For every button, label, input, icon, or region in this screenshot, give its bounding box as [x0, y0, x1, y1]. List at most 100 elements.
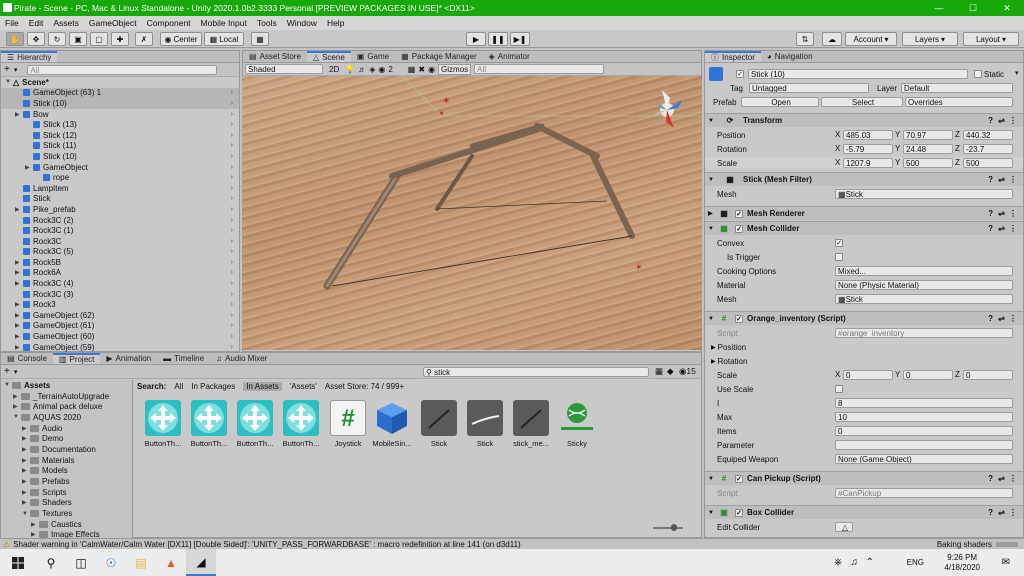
asset-item[interactable]: Stick	[464, 400, 506, 448]
oi-rotation-row[interactable]: ▶ Rotation	[705, 355, 1023, 367]
chevron-right-icon[interactable]: ›	[231, 322, 233, 329]
hierarchy-row[interactable]: ▶ GameObject (61) ›	[1, 321, 239, 332]
notification-icon[interactable]: ✉	[1002, 557, 1010, 568]
filter-type-icon[interactable]: ▦	[655, 366, 663, 377]
position-z-field[interactable]: 440.32	[963, 130, 1013, 140]
help-icon[interactable]: ?	[988, 474, 993, 483]
custom-tool-icon[interactable]: ✗	[135, 32, 153, 46]
hierarchy-row[interactable]: ▶ Bow ›	[1, 109, 239, 120]
mesh-filter-header[interactable]: ▼ ▦ Stick (Mesh Filter)? ⇌ ⋮	[705, 172, 1023, 186]
hierarchy-row[interactable]: ▶ GameObject ›	[1, 162, 239, 173]
layers-dropdown[interactable]: Layers ▾	[902, 32, 958, 46]
chevron-right-icon[interactable]: ›	[231, 89, 233, 96]
asset-item[interactable]: Sticky	[556, 400, 598, 448]
expand-icon[interactable]: ▶	[22, 457, 30, 464]
expand-icon[interactable]: ▶	[22, 435, 30, 442]
chevron-down-icon[interactable]: ▾	[14, 368, 18, 376]
help-icon[interactable]: ?	[988, 175, 993, 184]
move-tool-icon[interactable]: ✥	[27, 32, 45, 46]
position-x-field[interactable]: 485.03	[843, 130, 893, 140]
folder-item[interactable]: ▶ Caustics	[1, 519, 132, 530]
folder-item[interactable]: ▶ Audio	[1, 423, 132, 434]
hierarchy-row[interactable]: ▶ Rock3 ›	[1, 299, 239, 310]
scene-viewport[interactable]: ✶ ✶ ✶	[242, 76, 702, 350]
lighting-icon[interactable]: 💡	[345, 65, 355, 74]
orientation-gizmo[interactable]	[650, 90, 682, 128]
asset-item[interactable]: MobileSin...	[371, 400, 413, 448]
gizmos-dropdown[interactable]: Gizmos	[438, 63, 472, 75]
expand-icon[interactable]: ▶	[22, 467, 30, 474]
asset-item[interactable]: ButtonTh...	[142, 400, 184, 448]
network-icon[interactable]: ⎈	[834, 557, 842, 568]
folder-item[interactable]: ▶ Prefabs	[1, 476, 132, 487]
scale-z-field[interactable]: 500	[963, 158, 1013, 168]
close-icon[interactable]: ✕	[990, 0, 1024, 16]
folder-item[interactable]: ▼ Textures	[1, 508, 132, 519]
hierarchy-row[interactable]: Stick (12) ›	[1, 130, 239, 141]
expand-icon[interactable]: ▶	[22, 425, 30, 432]
transform-tool-icon[interactable]: ✚	[111, 32, 129, 46]
tab-hierarchy[interactable]: ☰ Hierarchy	[1, 51, 58, 62]
camera-icon[interactable]: ◉	[428, 65, 435, 74]
audio-icon[interactable]: ♬	[358, 65, 366, 74]
more-icon[interactable]: ⋮	[1009, 224, 1017, 233]
volume-icon[interactable]: ♫	[851, 557, 859, 568]
asset-item[interactable]: stick_me...	[510, 400, 552, 448]
menu-help[interactable]: Help	[322, 18, 349, 28]
menu-assets[interactable]: Assets	[48, 18, 84, 28]
tab-asset-store[interactable]: ▤ Asset Store	[243, 51, 307, 62]
chevron-right-icon[interactable]: ›	[231, 269, 233, 276]
tab-package-manager[interactable]: ▦ Package Manager	[395, 51, 483, 62]
rotation-x-field[interactable]: -5.79	[843, 144, 893, 154]
expand-icon[interactable]: ▼	[22, 511, 30, 517]
minimize-icon[interactable]: —	[922, 0, 956, 16]
asset-item[interactable]: # Joystick	[327, 400, 369, 448]
shading-mode-dropdown[interactable]: Shaded	[245, 64, 323, 74]
chevron-down-icon[interactable]: ▾	[14, 66, 18, 74]
expand-icon[interactable]: ▼	[4, 382, 12, 388]
scene-search-input[interactable]: All	[474, 64, 605, 74]
edge-icon[interactable]: ☉	[96, 549, 126, 576]
mesh-renderer-checkbox[interactable]: ✓	[735, 209, 743, 218]
folder-item[interactable]: ▶ Animal pack deluxe	[1, 401, 132, 412]
asset-item[interactable]: Stick	[418, 400, 460, 448]
chevron-right-icon[interactable]: ›	[231, 248, 233, 255]
preset-icon[interactable]: ⇌	[998, 314, 1005, 323]
menu-component[interactable]: Component	[142, 18, 196, 28]
folder-item[interactable]: ▶ Documentation	[1, 444, 132, 455]
equiped-weapon-field[interactable]: None (Game Object)	[835, 454, 1013, 464]
oi-scale-x-field[interactable]: 0	[843, 370, 893, 380]
chevron-right-icon[interactable]: ›	[231, 301, 233, 308]
cloud-icon[interactable]: ☁	[822, 32, 842, 46]
chevron-down-icon[interactable]: ▾	[1015, 69, 1019, 77]
tab-animator[interactable]: ◈ Animator	[483, 51, 536, 62]
status-message[interactable]: Shader warning in 'CalmWater/Calm Water …	[13, 540, 521, 549]
menu-tools[interactable]: Tools	[252, 18, 282, 28]
menu-edit[interactable]: Edit	[24, 18, 49, 28]
expand-icon[interactable]: ▶	[15, 344, 23, 351]
tag-dropdown[interactable]: Untagged	[749, 83, 869, 93]
static-checkbox[interactable]	[974, 70, 982, 78]
can-pickup-header[interactable]: ▼ # ✓ Can Pickup (Script)? ⇌ ⋮	[705, 471, 1023, 485]
hierarchy-row[interactable]: Stick (10) ›	[1, 151, 239, 162]
help-icon[interactable]: ?	[988, 508, 993, 517]
expand-icon[interactable]: ▶	[22, 489, 30, 496]
menu-mobile-input[interactable]: Mobile Input	[196, 18, 252, 28]
hierarchy-row[interactable]: Rock3C (3) ›	[1, 289, 239, 300]
layout-dropdown[interactable]: Layout ▾	[963, 32, 1019, 46]
menu-window[interactable]: Window	[282, 18, 322, 28]
hand-tool-icon[interactable]: ✋	[6, 32, 24, 46]
expand-icon[interactable]: ▶	[22, 478, 30, 485]
box-collider-checkbox[interactable]: ✓	[735, 508, 743, 517]
task-view-icon[interactable]: ◫	[66, 549, 96, 576]
tab-timeline[interactable]: ▬ Timeline	[157, 353, 210, 364]
collider-mesh-field[interactable]: ▦Stick	[835, 294, 1013, 304]
more-icon[interactable]: ⋮	[1009, 116, 1017, 125]
scale-x-field[interactable]: 1207.9	[843, 158, 893, 168]
edit-collider-button[interactable]: △	[835, 522, 853, 532]
tools-icon[interactable]: ✖	[418, 65, 425, 74]
scale-tool-icon[interactable]: ▣	[69, 32, 87, 46]
expand-icon[interactable]: ▶	[15, 269, 23, 276]
folder-item[interactable]: ▼ AQUAS 2020	[1, 412, 132, 423]
preset-icon[interactable]: ⇌	[998, 175, 1005, 184]
